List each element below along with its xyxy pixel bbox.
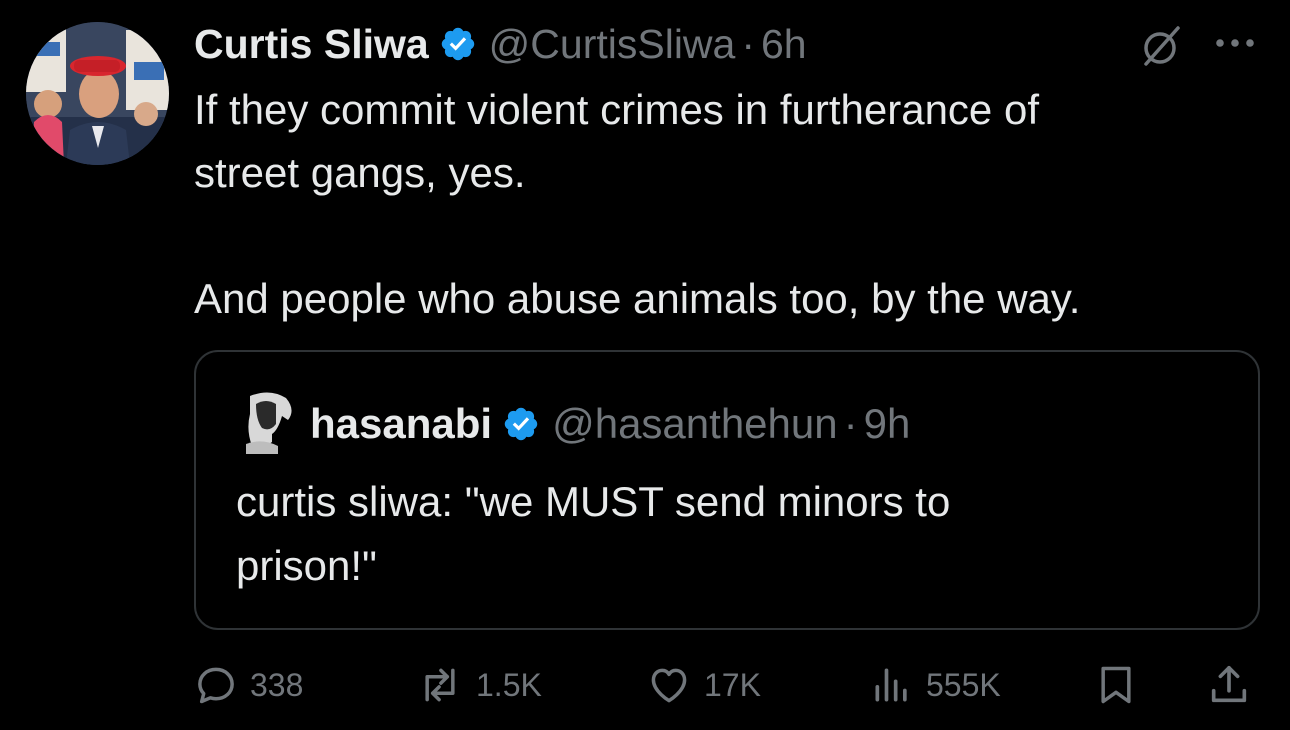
- reply-icon: [198, 667, 234, 704]
- quote-text: curtis sliwa: "we MUST send minors to pr…: [236, 470, 1236, 598]
- like-count: 17K: [704, 666, 761, 703]
- quote-text-line: prison!": [236, 542, 377, 589]
- author-name[interactable]: Curtis Sliwa: [194, 21, 429, 68]
- share-icon: [1211, 665, 1247, 703]
- avatar-photo: [26, 22, 169, 165]
- tweet-text-line: street gangs, yes.: [194, 149, 526, 196]
- separator-dot: ·: [843, 400, 858, 447]
- like-button[interactable]: 17K: [646, 660, 761, 710]
- reply-count: 338: [250, 666, 304, 703]
- bookmark-button[interactable]: [1094, 660, 1138, 710]
- quote-avatar-image: [242, 390, 296, 454]
- views-icon: [875, 668, 907, 702]
- quote-header: hasanabi @hasanthehun · 9h: [310, 398, 910, 450]
- more-icon[interactable]: [1212, 28, 1258, 58]
- bookmark-icon: [1101, 666, 1131, 704]
- grok-icon[interactable]: [1138, 22, 1186, 70]
- repost-button[interactable]: 1.5K: [416, 660, 542, 710]
- action-bar: 338 1.5K 17K 555K: [0, 660, 1290, 710]
- share-button[interactable]: [1206, 660, 1252, 710]
- views-count: 555K: [926, 666, 1001, 703]
- views-button[interactable]: 555K: [870, 660, 1001, 710]
- author-handle[interactable]: @CurtisSliwa: [489, 21, 736, 68]
- author-avatar[interactable]: [26, 22, 169, 165]
- quote-text-line: curtis sliwa: "we MUST send minors to: [236, 478, 951, 525]
- quote-author-name[interactable]: hasanabi: [310, 400, 492, 448]
- heart-icon: [651, 668, 687, 703]
- verified-badge-icon: [439, 25, 477, 63]
- repost-count: 1.5K: [476, 666, 542, 703]
- verified-badge-icon: [502, 405, 540, 443]
- tweet-text-line: And people who abuse animals too, by the…: [194, 275, 1081, 322]
- tweet[interactable]: Curtis Sliwa @CurtisSliwa · 6h If they c…: [0, 0, 1290, 730]
- quote-author-avatar[interactable]: [242, 390, 296, 454]
- quoted-tweet[interactable]: hasanabi @hasanthehun · 9h curtis sliwa:…: [194, 350, 1260, 630]
- repost-icon: [425, 668, 455, 702]
- tweet-time[interactable]: 6h: [761, 21, 807, 68]
- quote-author-handle[interactable]: @hasanthehun: [552, 400, 838, 448]
- quote-time[interactable]: 9h: [864, 400, 911, 448]
- separator-dot: ·: [741, 20, 755, 67]
- tweet-text: If they commit violent crimes in further…: [194, 78, 1254, 330]
- tweet-header: Curtis Sliwa @CurtisSliwa · 6h: [194, 18, 807, 70]
- reply-button[interactable]: 338: [194, 660, 303, 710]
- tweet-text-line: If they commit violent crimes in further…: [194, 86, 1039, 133]
